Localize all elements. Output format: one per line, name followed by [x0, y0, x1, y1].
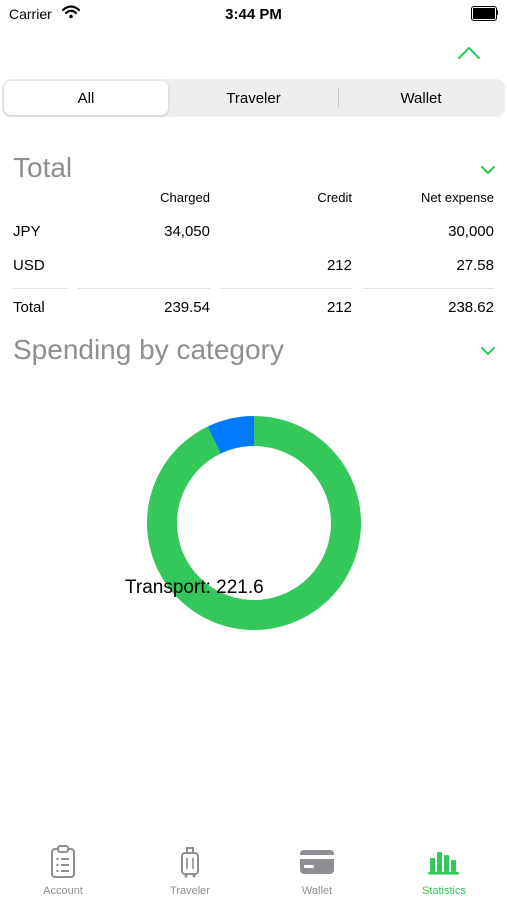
status-time: 3:44 PM [225, 6, 282, 23]
row-net-expense: 30,000 [448, 223, 494, 240]
total-charged: 239.54 [164, 299, 210, 316]
total-row-label: Total [13, 299, 45, 316]
tab-label: Account [43, 885, 83, 897]
total-section-title: Total [13, 152, 73, 183]
divider [13, 288, 68, 289]
tab-label: Wallet [301, 885, 333, 897]
filter-segmented-control: All Traveler Wallet [2, 79, 505, 117]
chevron-down-icon[interactable] [479, 344, 497, 358]
divider [78, 288, 210, 289]
chevron-down-icon[interactable] [479, 163, 497, 177]
row-credit: 212 [326, 257, 352, 274]
chart-slice-label: Transport: 221.6 [125, 577, 264, 598]
row-currency: USD [13, 257, 45, 274]
column-header-credit: Credit [317, 190, 352, 205]
spending-section-title: Spending by category [13, 334, 284, 365]
bar-chart-icon [428, 852, 459, 875]
segment-wallet[interactable]: Wallet [339, 81, 503, 115]
row-currency: JPY [13, 223, 41, 240]
total-credit: 212 [326, 299, 352, 316]
card-icon [300, 850, 334, 874]
spending-donut-chart [146, 416, 361, 630]
column-header-net-expense: Net expense [421, 190, 494, 205]
luggage-icon [181, 847, 199, 878]
chevron-up-icon [458, 47, 480, 59]
row-net-expense: 27.58 [456, 257, 494, 274]
clipboard-icon [51, 845, 75, 878]
divider [220, 288, 352, 289]
tab-account[interactable]: Account [0, 836, 126, 900]
status-bar: Carrier 3:44 PM [0, 0, 507, 28]
tab-bar: Account Traveler Wallet Statistics [0, 836, 507, 900]
collapse-button[interactable] [452, 40, 486, 66]
battery-icon [471, 6, 498, 21]
segment-traveler[interactable]: Traveler [170, 81, 337, 115]
total-net-expense: 238.62 [448, 299, 494, 316]
column-header-charged: Charged [160, 190, 210, 205]
divider [363, 288, 494, 289]
tab-wallet[interactable]: Wallet [254, 836, 380, 900]
tab-traveler[interactable]: Traveler [127, 836, 253, 900]
tab-label: Statistics [421, 885, 466, 897]
tab-label: Traveler [170, 885, 210, 897]
row-charged: 34,050 [164, 223, 210, 240]
segment-all[interactable]: All [4, 81, 168, 115]
tab-statistics[interactable]: Statistics [381, 836, 507, 900]
